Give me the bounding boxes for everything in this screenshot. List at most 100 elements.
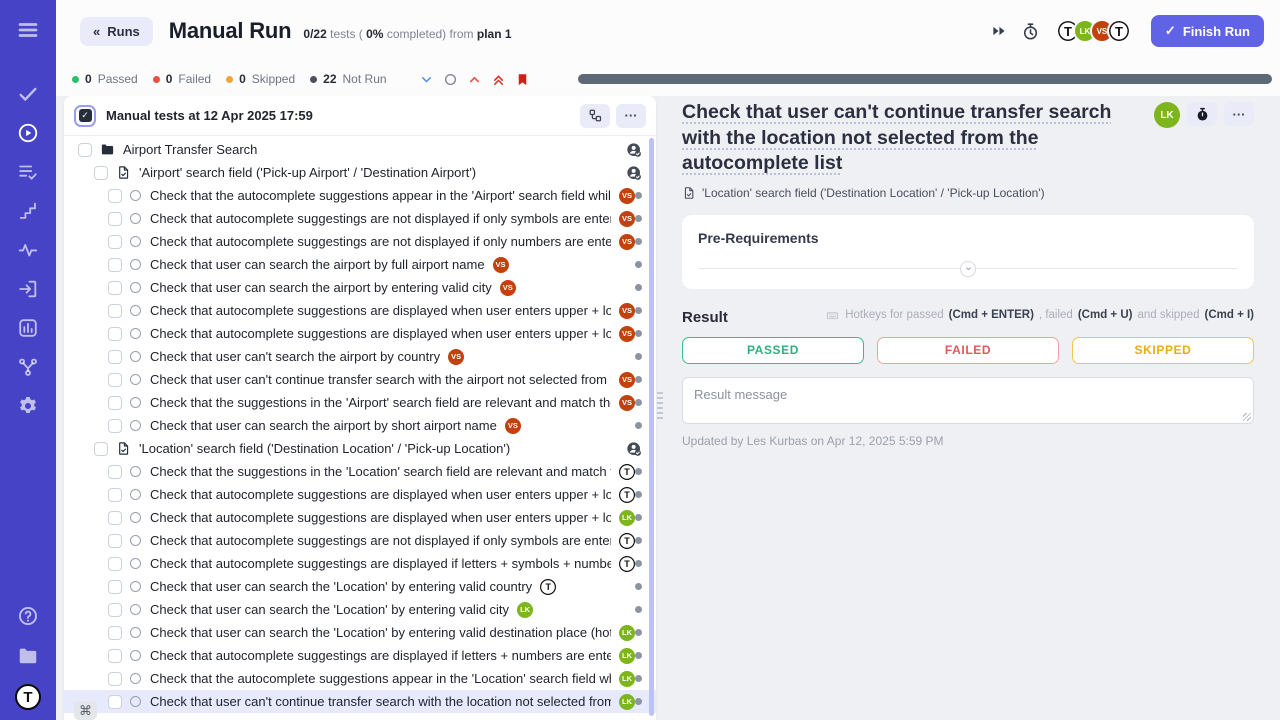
avatar-t[interactable]: T [540,579,556,595]
test-row[interactable]: Check that user can search the airport b… [64,276,656,299]
avatar-lk[interactable]: LK [619,510,635,526]
avatar-vs[interactable]: VS [619,211,635,227]
avatar-vs[interactable]: VS [619,395,635,411]
sidebar-item-exit-box[interactable] [16,277,40,301]
test-suite-breadcrumb[interactable]: 'Location' search field ('Destination Lo… [702,186,1045,200]
sidebar-item-branch[interactable] [16,355,40,379]
test-row[interactable]: Check that the suggestions in the 'Airpo… [64,391,656,414]
test-row[interactable]: Check that user can search the 'Location… [64,621,656,644]
assignee-bulk-icon[interactable] [626,142,642,158]
avatar-t[interactable]: T [619,487,635,503]
plan-link[interactable]: plan 1 [477,27,512,41]
test-row[interactable]: Check that user can search the 'Location… [64,575,656,598]
sidebar-item-list-check[interactable] [16,160,40,184]
test-row[interactable]: Check that autocomplete suggestions are … [64,322,656,345]
list-more-button[interactable]: ··· [616,104,646,128]
row-checkbox[interactable] [108,672,122,686]
sidebar-item-activity[interactable] [16,238,40,262]
double-caret-up-filter-icon[interactable] [491,72,506,87]
avatar-t[interactable]: T [619,533,635,549]
avatar-lk[interactable]: LK [619,648,635,664]
row-checkbox[interactable] [108,488,122,502]
avatar-vs[interactable]: VS [500,280,516,296]
select-all-checkbox[interactable]: ✓ [74,105,96,127]
test-row[interactable]: Check that autocomplete suggestions are … [64,506,656,529]
stopwatch-icon[interactable] [1020,20,1042,42]
row-checkbox[interactable] [108,603,122,617]
test-title[interactable]: Check that user can't continue transfer … [682,100,1152,177]
collapse-toggle[interactable] [960,261,976,277]
row-checkbox[interactable] [108,350,122,364]
test-row[interactable]: Check that user can search the 'Location… [64,598,656,621]
avatar-lk[interactable]: LK [619,671,635,687]
avatar-t[interactable]: T [619,464,635,480]
row-checkbox[interactable] [108,212,122,226]
avatar-vs[interactable]: VS [619,303,635,319]
avatar-vs[interactable]: VS [619,326,635,342]
failed-button[interactable]: FAILED [877,337,1059,364]
row-checkbox[interactable] [108,281,122,295]
row-checkbox[interactable] [94,166,108,180]
avatar-t[interactable]: T [619,556,635,572]
workspace-avatar[interactable]: T [15,684,41,710]
test-row[interactable]: Check that autocomplete suggestions are … [64,299,656,322]
test-row[interactable]: Check that autocomplete suggestings are … [64,644,656,667]
test-row[interactable]: Check that autocomplete suggestings are … [64,529,656,552]
test-row[interactable]: Check that user can search the airport b… [64,414,656,437]
test-row[interactable]: Check that autocomplete suggestings are … [64,230,656,253]
caret-up-filter-icon[interactable] [467,72,482,87]
chevron-down-filter-icon[interactable] [419,72,434,87]
finish-run-button[interactable]: ✓ Finish Run [1151,15,1264,47]
row-checkbox[interactable] [108,511,122,525]
row-checkbox[interactable] [108,304,122,318]
back-to-runs-button[interactable]: « Runs [80,17,153,46]
row-checkbox[interactable] [108,327,122,341]
avatar-vs[interactable]: VS [505,418,521,434]
test-row[interactable]: Check that user can't continue transfer … [64,368,656,391]
test-row[interactable]: Check that user can search the airport b… [64,253,656,276]
avatar-vs[interactable]: VS [448,349,464,365]
test-row[interactable]: Check that autocomplete suggestings are … [64,552,656,575]
sidebar-item-play-circle[interactable] [16,121,40,145]
doc-row[interactable]: 'Airport' search field ('Pick-up Airport… [64,161,656,184]
tree-view-button[interactable] [580,104,610,128]
sidebar-item-steps[interactable] [16,199,40,223]
assignee-bulk-icon[interactable] [626,441,642,457]
passed-button[interactable]: PASSED [682,337,864,364]
hamburger-menu-icon[interactable] [16,18,40,42]
row-checkbox[interactable] [78,143,92,157]
row-checkbox[interactable] [108,649,122,663]
assignee-avatar[interactable]: LK [1154,102,1180,128]
row-checkbox[interactable] [108,695,122,709]
circle-filter-icon[interactable] [443,72,458,87]
list-scrollbar[interactable] [649,138,654,716]
row-checkbox[interactable] [108,534,122,548]
avatar-lk[interactable]: LK [517,602,533,618]
test-row[interactable]: Check that autocomplete suggestings are … [64,207,656,230]
panel-resize-handle[interactable] [657,392,663,422]
test-row[interactable]: Check that the autocomplete suggestions … [64,184,656,207]
row-checkbox[interactable] [108,396,122,410]
row-checkbox[interactable] [108,465,122,479]
result-message-input[interactable] [682,377,1254,424]
test-row[interactable]: Check that the suggestions in the 'Locat… [64,460,656,483]
sidebar-item-chart[interactable] [16,316,40,340]
timer-button[interactable] [1187,102,1217,126]
test-row[interactable]: Check that user can't search the airport… [64,345,656,368]
avatar-t[interactable]: T [1107,19,1131,43]
row-checkbox[interactable] [108,580,122,594]
avatar-lk[interactable]: LK [619,694,635,710]
bookmark-filter-icon[interactable] [515,72,530,87]
sidebar-item-folder[interactable] [16,644,40,668]
resize-grip-icon[interactable] [1243,413,1251,421]
row-checkbox[interactable] [108,626,122,640]
skipped-button[interactable]: SKIPPED [1072,337,1254,364]
row-checkbox[interactable] [108,235,122,249]
sidebar-item-check[interactable] [16,82,40,106]
avatar-vs[interactable]: VS [493,257,509,273]
row-checkbox[interactable] [108,419,122,433]
test-row[interactable]: Check that autocomplete suggestions are … [64,483,656,506]
test-row[interactable]: Check that user can't continue transfer … [64,690,656,713]
row-checkbox[interactable] [108,557,122,571]
folder-row[interactable]: Airport Transfer Search [64,138,656,161]
